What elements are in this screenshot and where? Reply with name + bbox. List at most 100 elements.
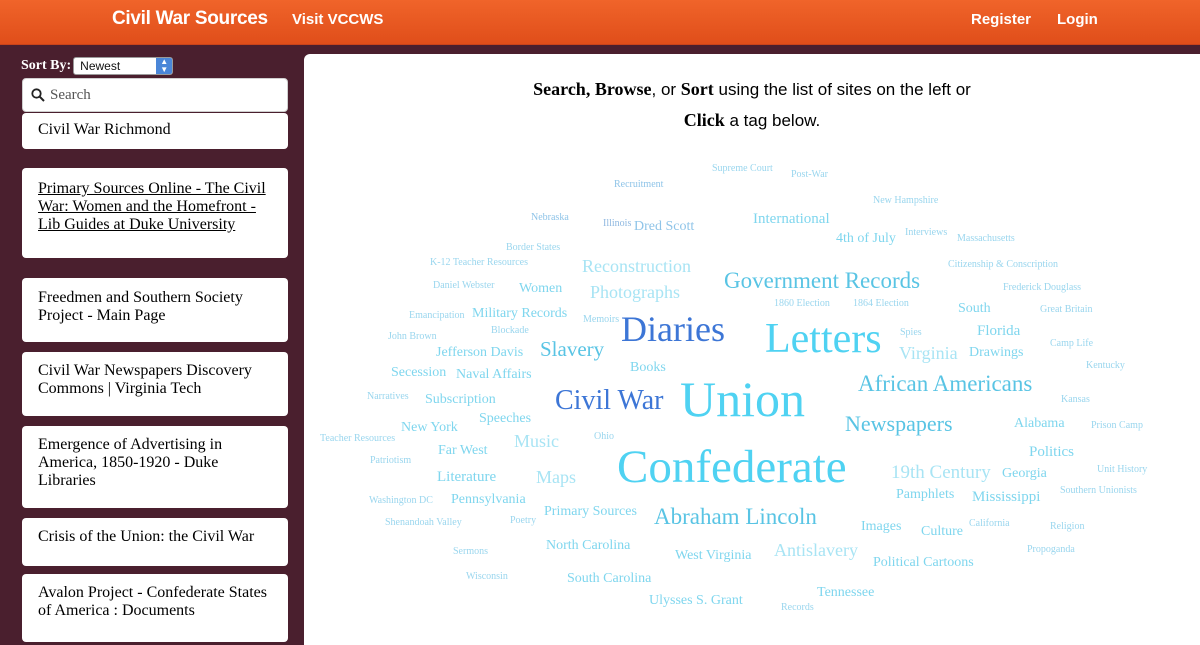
tag[interactable]: Books <box>630 361 666 375</box>
tag[interactable]: Memoirs <box>583 315 619 325</box>
tag[interactable]: Kentucky <box>1086 361 1125 371</box>
tag[interactable]: K-12 Teacher Resources <box>430 258 528 268</box>
tag[interactable]: Maps <box>536 468 576 486</box>
tag[interactable]: North Carolina <box>546 539 630 553</box>
tag[interactable]: Teacher Resources <box>320 434 395 444</box>
tag[interactable]: Politics <box>1029 445 1074 460</box>
tag[interactable]: Washington DC <box>369 496 433 506</box>
tag[interactable]: Propoganda <box>1027 545 1075 555</box>
visit-vccws-link[interactable]: Visit VCCWS <box>292 11 383 28</box>
tag[interactable]: South <box>958 302 991 316</box>
tag[interactable]: Interviews <box>905 228 947 238</box>
tag[interactable]: Military Records <box>472 307 567 321</box>
tag[interactable]: Pennsylvania <box>451 493 526 507</box>
tag[interactable]: Great Britain <box>1040 305 1092 315</box>
tag[interactable]: Virginia <box>899 344 958 362</box>
tag[interactable]: Photographs <box>590 283 680 301</box>
tag[interactable]: Tennessee <box>817 586 874 600</box>
tag[interactable]: Speeches <box>479 412 531 426</box>
tag[interactable]: South Carolina <box>567 572 651 586</box>
tag[interactable]: Florida <box>977 324 1020 339</box>
tag[interactable]: Post-War <box>791 170 828 180</box>
tag[interactable]: Secession <box>391 366 446 380</box>
tag[interactable]: Blockade <box>491 326 529 336</box>
tag[interactable]: Daniel Webster <box>433 281 495 291</box>
login-link[interactable]: Login <box>1057 11 1098 28</box>
tag[interactable]: African Americans <box>858 372 1032 395</box>
register-link[interactable]: Register <box>971 11 1031 28</box>
tag[interactable]: Supreme Court <box>712 164 773 174</box>
tag[interactable]: Dred Scott <box>634 220 694 234</box>
tag[interactable]: Civil War <box>555 387 663 415</box>
tag[interactable]: Recruitment <box>614 180 663 190</box>
site-card[interactable]: Avalon Project - Confederate States of A… <box>22 574 288 642</box>
tag[interactable]: Alabama <box>1014 417 1065 431</box>
site-card[interactable]: Civil War Newspapers Discovery Commons |… <box>22 352 288 416</box>
tag[interactable]: Diaries <box>621 311 725 347</box>
tag[interactable]: Ulysses S. Grant <box>649 594 743 608</box>
tag[interactable]: Jefferson Davis <box>436 346 523 360</box>
site-card[interactable]: Crisis of the Union: the Civil War <box>22 518 288 566</box>
tag[interactable]: Confederate <box>617 444 847 491</box>
tag[interactable]: 1860 Election <box>774 299 830 309</box>
tag[interactable]: Government Records <box>724 269 920 292</box>
tag[interactable]: Mississippi <box>972 490 1040 505</box>
tag[interactable]: Poetry <box>510 516 536 526</box>
tag[interactable]: Culture <box>921 525 963 539</box>
tag[interactable]: Unit History <box>1097 465 1147 475</box>
tag[interactable]: Sermons <box>453 547 488 557</box>
tag[interactable]: 1864 Election <box>853 299 909 309</box>
search-input[interactable] <box>50 86 280 104</box>
tag[interactable]: 4th of July <box>836 232 896 246</box>
tag[interactable]: Nebraska <box>531 213 569 223</box>
tag[interactable]: Spies <box>900 328 922 338</box>
tag[interactable]: Kansas <box>1061 395 1090 405</box>
tag[interactable]: Shenandoah Valley <box>385 518 462 528</box>
tag[interactable]: Subscription <box>425 393 496 407</box>
tag[interactable]: Southern Unionists <box>1060 486 1137 496</box>
tag[interactable]: Literature <box>437 470 496 485</box>
tag[interactable]: Union <box>680 374 805 424</box>
tag[interactable]: Political Cartoons <box>873 556 974 570</box>
tag[interactable]: Illinois <box>603 219 631 229</box>
tag[interactable]: California <box>969 519 1010 529</box>
tag[interactable]: Slavery <box>540 339 604 360</box>
sort-select[interactable]: Newest ▲ ▼ <box>73 57 174 75</box>
tag[interactable]: Far West <box>438 444 488 458</box>
tag[interactable]: West Virginia <box>675 549 751 563</box>
tag[interactable]: Emancipation <box>409 311 465 321</box>
tag[interactable]: Letters <box>765 318 882 360</box>
tag[interactable]: New Hampshire <box>873 196 938 206</box>
tag[interactable]: Massachusetts <box>957 234 1015 244</box>
tag[interactable]: 19th Century <box>891 463 991 482</box>
tag[interactable]: Religion <box>1050 522 1084 532</box>
tag[interactable]: Naval Affairs <box>456 368 532 382</box>
tag[interactable]: Patriotism <box>370 456 411 466</box>
tag[interactable]: Narratives <box>367 392 409 402</box>
tag[interactable]: Citizenship & Conscription <box>948 260 1058 270</box>
tag[interactable]: Reconstruction <box>582 257 691 275</box>
tag[interactable]: Antislavery <box>774 541 858 559</box>
site-card[interactable]: Emergence of Advertising in America, 185… <box>22 426 288 508</box>
site-card[interactable]: Freedmen and Southern Society Project - … <box>22 278 288 342</box>
tag[interactable]: Prison Camp <box>1091 421 1143 431</box>
tag[interactable]: Records <box>781 603 814 613</box>
tag[interactable]: Ohio <box>594 432 614 442</box>
tag[interactable]: Georgia <box>1002 467 1047 481</box>
tag[interactable]: Frederick Douglass <box>1003 283 1081 293</box>
tag[interactable]: Abraham Lincoln <box>654 505 817 528</box>
site-card[interactable]: Primary Sources Online - The Civil War: … <box>22 168 288 258</box>
tag[interactable]: New York <box>401 421 458 435</box>
tag[interactable]: International <box>753 212 830 227</box>
tag[interactable]: Women <box>519 282 562 296</box>
tag[interactable]: Wisconsin <box>466 572 508 582</box>
tag[interactable]: Music <box>514 432 559 450</box>
tag[interactable]: Primary Sources <box>544 505 637 519</box>
tag[interactable]: Drawings <box>969 346 1023 360</box>
site-card-title[interactable]: Primary Sources Online - The Civil War: … <box>38 180 266 233</box>
tag[interactable]: Camp Life <box>1050 339 1093 349</box>
tag[interactable]: Border States <box>506 243 560 253</box>
site-card[interactable]: Civil War Richmond <box>22 113 288 149</box>
tag[interactable]: Images <box>861 520 901 534</box>
tag[interactable]: John Brown <box>388 332 437 342</box>
